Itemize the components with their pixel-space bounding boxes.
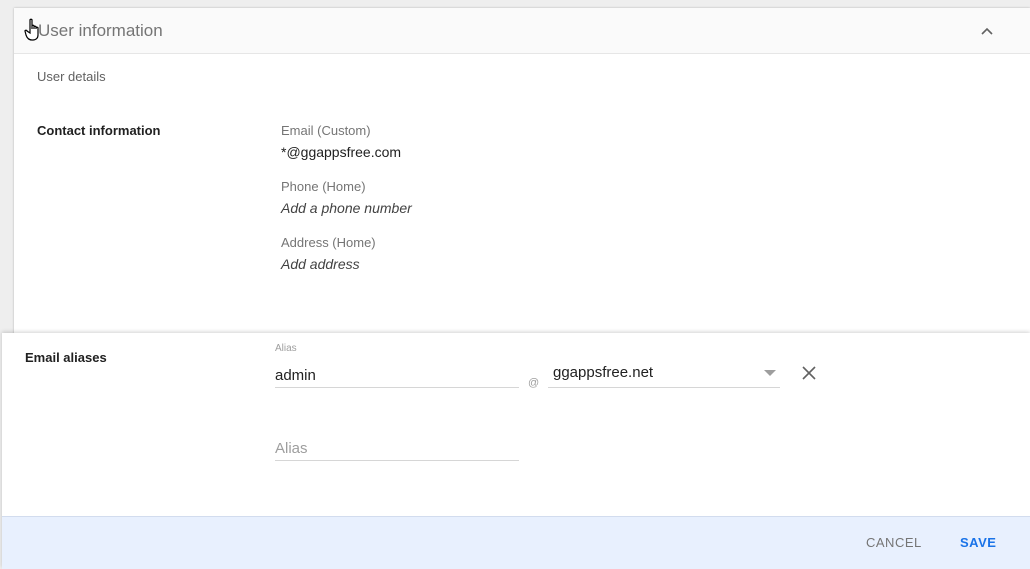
email-aliases-label: Email aliases <box>25 350 107 365</box>
card-header[interactable]: User information <box>14 8 1030 54</box>
add-address-link[interactable]: Add address <box>281 256 360 272</box>
email-field-value: *@ggappsfree.com <box>281 144 402 160</box>
chevron-up-icon[interactable] <box>976 20 998 42</box>
user-details-label[interactable]: User details <box>37 69 106 84</box>
close-icon[interactable] <box>799 363 819 383</box>
new-alias-input[interactable] <box>275 436 519 461</box>
phone-field-label: Phone (Home) <box>281 179 366 194</box>
domain-select-value: ggappsfree.net <box>553 364 654 381</box>
alias-input[interactable] <box>275 363 519 388</box>
address-field-label: Address (Home) <box>281 235 376 250</box>
hand-pointer-icon <box>24 18 42 42</box>
save-button[interactable]: SAVE <box>960 535 996 550</box>
action-footer: CANCEL SAVE <box>2 516 1030 569</box>
contact-information-label: Contact information <box>37 123 161 138</box>
email-aliases-panel: Email aliases Alias @ ggappsfree.net CAN… <box>2 333 1030 569</box>
card-title: User information <box>38 21 163 40</box>
caret-down-icon <box>764 370 776 376</box>
email-field-label: Email (Custom) <box>281 123 371 138</box>
alias-float-label: Alias <box>275 343 297 354</box>
cancel-button[interactable]: CANCEL <box>866 535 922 550</box>
user-information-card: User information User details Contact in… <box>14 8 1030 338</box>
at-sign: @ <box>528 377 540 389</box>
domain-select[interactable]: ggappsfree.net <box>548 359 780 388</box>
add-phone-link[interactable]: Add a phone number <box>281 200 412 216</box>
